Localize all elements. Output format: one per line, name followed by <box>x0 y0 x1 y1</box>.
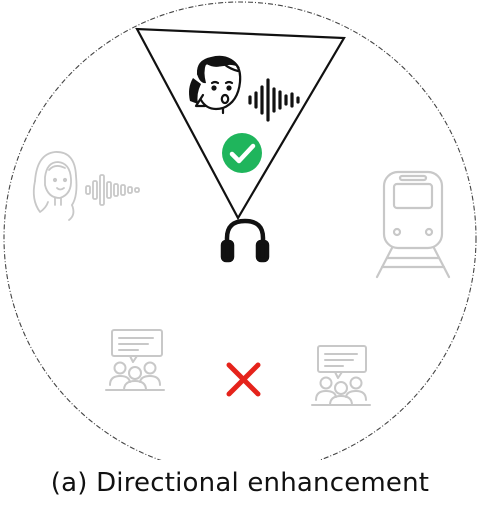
directional-beam <box>135 27 346 221</box>
group-chat-icon <box>311 345 371 406</box>
woman-icon <box>32 151 78 221</box>
directional-enhancement-diagram <box>3 1 477 460</box>
train-icon <box>375 170 451 279</box>
headphones-icon <box>220 218 270 263</box>
sound-wave-icon <box>85 174 140 206</box>
check-icon <box>222 133 262 173</box>
cross-icon <box>226 362 261 397</box>
figure-caption: (a) Directional enhancement <box>50 468 430 498</box>
group-chat-icon <box>105 329 165 391</box>
